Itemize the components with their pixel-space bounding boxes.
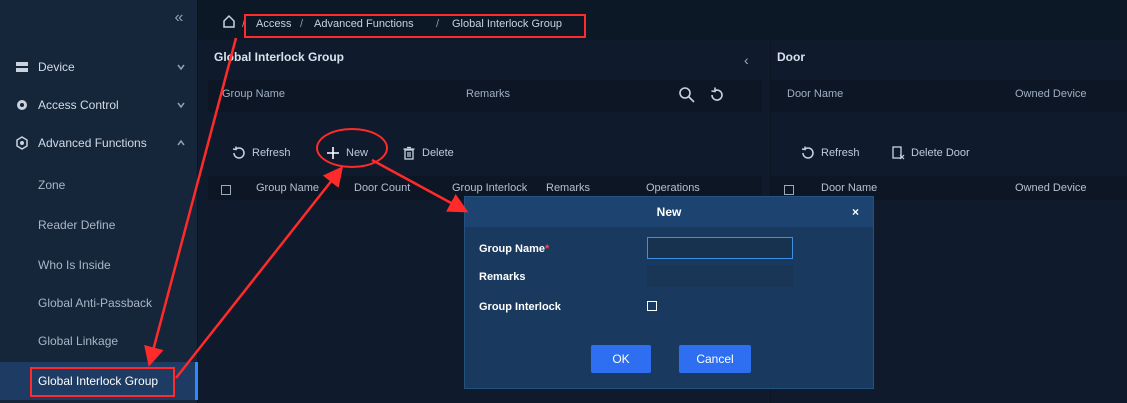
column-door-name[interactable]: Door Name [821, 182, 877, 194]
close-icon[interactable]: × [852, 205, 859, 219]
home-icon[interactable] [222, 14, 236, 28]
sidebar-item-label: Device [38, 60, 75, 74]
sidebar-item-access-control[interactable]: Access Control [0, 86, 198, 124]
sidebar-item-zone[interactable]: Zone [0, 166, 198, 204]
column-remarks[interactable]: Remarks [546, 182, 590, 194]
sidebar: « Device Access Control Advanced Functio… [0, 0, 198, 403]
reset-icon[interactable] [708, 86, 726, 104]
sidebar-item-label: Zone [38, 178, 66, 192]
refresh-icon [232, 146, 245, 159]
sidebar-item-label: Global Linkage [38, 334, 119, 348]
delete-label: Delete [422, 147, 454, 159]
group-interlock-label: Group Interlock [479, 301, 561, 313]
delete-door-button[interactable]: Delete Door [891, 144, 970, 162]
sidebar-item-highlight [30, 367, 175, 397]
panel-title: Door [777, 50, 805, 64]
dialog-title: New [656, 205, 682, 219]
column-group-name[interactable]: Group Name [256, 182, 319, 194]
sidebar-item-advanced-functions[interactable]: Advanced Functions [0, 124, 198, 162]
remarks-field[interactable] [647, 265, 793, 287]
device-icon [14, 60, 30, 74]
remarks-label: Remarks [479, 271, 526, 283]
chevron-down-icon [177, 102, 185, 109]
select-all-checkbox[interactable] [221, 185, 231, 195]
search-owned-device-label: Owned Device [1015, 88, 1087, 100]
required-marker: * [545, 243, 550, 255]
refresh-label: Refresh [252, 147, 291, 159]
search-remarks-label: Remarks [466, 88, 511, 100]
search-door-name-label: Door Name [787, 88, 844, 100]
refresh-button[interactable]: Refresh [801, 144, 860, 162]
group-name-label-text: Group Name [479, 243, 546, 255]
new-group-dialog: New × Group Name* Remarks Group Interloc… [464, 196, 874, 389]
search-icon[interactable] [678, 86, 696, 104]
new-button-highlight [316, 128, 388, 168]
sidebar-item-reader-define[interactable]: Reader Define [0, 206, 198, 244]
breadcrumb-highlight [244, 14, 586, 38]
settings-icon [14, 136, 30, 150]
sidebar-item-device[interactable]: Device [0, 48, 198, 86]
sidebar-item-label: Access Control [38, 98, 119, 112]
search-group-name-label: Group Name [222, 88, 285, 100]
sidebar-item-global-anti-passback[interactable]: Global Anti-Passback [0, 284, 198, 322]
trash-icon [403, 146, 415, 160]
sidebar-item-label: Advanced Functions [38, 136, 147, 150]
sidebar-item-label: Who Is Inside [38, 258, 111, 272]
cancel-button[interactable]: Cancel [679, 345, 751, 373]
chevron-up-icon [177, 139, 185, 146]
delete-door-icon [892, 146, 905, 160]
refresh-label: Refresh [821, 147, 860, 159]
sidebar-item-label: Reader Define [38, 218, 116, 232]
panel-title: Global Interlock Group [214, 50, 345, 64]
gear-icon [14, 98, 30, 112]
delete-door-label: Delete Door [911, 147, 970, 159]
group-interlock-checkbox[interactable] [647, 301, 657, 311]
column-operations: Operations [646, 182, 700, 194]
collapse-sidebar-icon[interactable]: « [169, 8, 189, 28]
sidebar-item-label: Global Anti-Passback [38, 296, 153, 310]
sidebar-item-global-linkage[interactable]: Global Linkage [0, 322, 198, 360]
refresh-icon [801, 146, 814, 159]
group-name-label: Group Name* [479, 243, 549, 255]
select-all-checkbox[interactable] [784, 185, 794, 195]
chevron-down-icon [177, 64, 185, 71]
group-name-field[interactable] [647, 237, 793, 259]
column-group-interlock[interactable]: Group Interlock [452, 182, 527, 194]
column-owned-device[interactable]: Owned Device [1015, 182, 1087, 194]
refresh-button[interactable]: Refresh [232, 144, 291, 162]
column-door-count[interactable]: Door Count [354, 182, 410, 194]
sidebar-item-who-is-inside[interactable]: Who Is Inside [0, 246, 198, 284]
chevron-left-icon[interactable]: ‹ [744, 52, 749, 68]
ok-button[interactable]: OK [591, 345, 651, 373]
delete-button[interactable]: Delete [402, 144, 454, 162]
